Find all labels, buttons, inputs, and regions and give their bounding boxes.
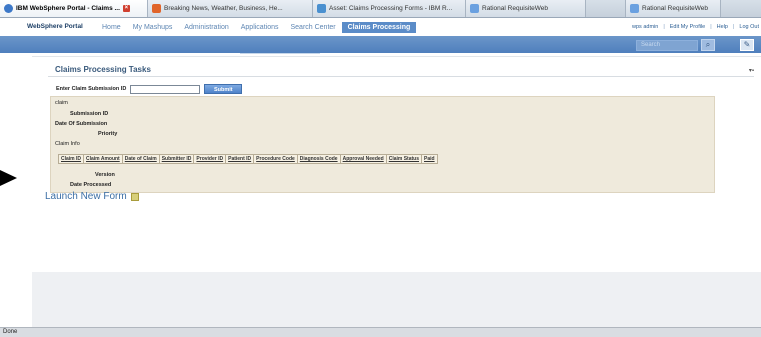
nav-home[interactable]: Home bbox=[96, 22, 127, 33]
field-submission-id: Submission ID bbox=[70, 111, 109, 117]
close-tab-icon[interactable]: × bbox=[122, 5, 130, 12]
browser-tab-requisiteweb-2[interactable]: Rational RequisiteWeb bbox=[626, 0, 721, 17]
col-procedure-code[interactable]: Procedure Code bbox=[253, 154, 298, 164]
portal-header: WebSphere Portal Home My Mashups Adminis… bbox=[0, 18, 761, 54]
tab-strip-empty bbox=[721, 0, 761, 17]
tab-label: Asset: Claims Processing Forms - IBM R..… bbox=[329, 5, 453, 12]
col-claim-amount[interactable]: Claim Amount bbox=[83, 154, 123, 164]
browser-tab-bar: IBM WebSphere Portal - Claims ... × Brea… bbox=[0, 0, 761, 18]
col-claim-id[interactable]: Claim ID bbox=[57, 154, 85, 164]
claim-id-label: Enter Claim Submission ID bbox=[56, 86, 127, 92]
nav-highlight-line bbox=[240, 53, 320, 54]
launch-new-form[interactable]: Launch New Form bbox=[45, 191, 139, 202]
help-link[interactable]: Help bbox=[717, 24, 728, 30]
col-diagnosis-code[interactable]: Diagnosis Code bbox=[296, 154, 341, 164]
ibm-globe-icon bbox=[4, 4, 13, 13]
col-claim-status[interactable]: Claim Status bbox=[385, 154, 423, 164]
separator: | bbox=[663, 24, 665, 30]
portlet-title: Claims Processing Tasks bbox=[55, 65, 151, 74]
browser-tab-requisiteweb-1[interactable]: Rational RequisiteWeb bbox=[466, 0, 586, 17]
portlet-menu-icon[interactable]: ▾▪ bbox=[749, 67, 754, 74]
logout-link[interactable]: Log Out bbox=[739, 24, 759, 30]
page-icon bbox=[470, 4, 479, 13]
portal-toolbar-band: Search ⌕ ✎ bbox=[0, 36, 761, 53]
nav-applications[interactable]: Applications bbox=[235, 22, 285, 33]
col-date-of-claim[interactable]: Date of Claim bbox=[121, 154, 160, 164]
page-footer-area bbox=[32, 272, 761, 327]
browser-status-bar: Done bbox=[0, 327, 761, 337]
submit-button[interactable]: Submit bbox=[204, 84, 243, 94]
page-content: Claims Processing Tasks ▾▪ Enter Claim S… bbox=[32, 56, 761, 272]
portal-nav: Home My Mashups Administration Applicati… bbox=[96, 22, 417, 33]
claims-portlet: Claims Processing Tasks ▾▪ Enter Claim S… bbox=[36, 57, 758, 270]
browser-tab-news[interactable]: Breaking News, Weather, Business, He... bbox=[148, 0, 313, 17]
browser-tab-asset[interactable]: Asset: Claims Processing Forms - IBM R..… bbox=[313, 0, 466, 17]
col-paid[interactable]: Paid bbox=[421, 154, 438, 164]
table-header-row: Claim ID Claim Amount Date of Claim Subm… bbox=[57, 154, 438, 164]
claim-info-label: Claim Info bbox=[55, 141, 80, 147]
field-version: Version bbox=[95, 172, 115, 178]
search-icon[interactable]: ⌕ bbox=[701, 39, 715, 51]
tab-label: Rational RequisiteWeb bbox=[482, 5, 548, 12]
nav-administration[interactable]: Administration bbox=[178, 22, 234, 33]
page-icon bbox=[630, 4, 639, 13]
tab-label: Rational RequisiteWeb bbox=[642, 5, 708, 12]
claim-result-panel: claim Submission ID Date Of Submission P… bbox=[50, 96, 715, 193]
utility-links: wps admin | Edit My Profile | Help | Log… bbox=[632, 24, 759, 30]
search-input[interactable]: Search bbox=[636, 40, 698, 51]
edit-page-icon[interactable]: ✎ bbox=[740, 39, 754, 51]
claims-table: Claim ID Claim Amount Date of Claim Subm… bbox=[57, 154, 438, 164]
field-date-of-submission: Date Of Submission bbox=[55, 121, 108, 127]
separator: | bbox=[710, 24, 712, 30]
claim-id-input[interactable] bbox=[130, 84, 201, 94]
user-name: wps admin bbox=[632, 24, 659, 30]
claim-lookup-form: Enter Claim Submission ID Submit bbox=[56, 84, 243, 94]
field-priority: Priority bbox=[98, 131, 118, 137]
nav-my-mashups[interactable]: My Mashups bbox=[127, 22, 179, 33]
claim-heading: claim bbox=[55, 100, 68, 106]
asset-icon bbox=[317, 4, 326, 13]
browser-window: IBM WebSphere Portal - Claims ... × Brea… bbox=[0, 0, 761, 337]
launch-new-form-link[interactable]: Launch New Form bbox=[45, 191, 127, 202]
separator: | bbox=[732, 24, 735, 30]
col-provider-id[interactable]: Provider ID bbox=[193, 154, 227, 164]
browser-tab-claims[interactable]: IBM WebSphere Portal - Claims ... × bbox=[0, 0, 148, 17]
tab-label: IBM WebSphere Portal - Claims ... bbox=[16, 5, 120, 12]
edit-profile-link[interactable]: Edit My Profile bbox=[670, 24, 705, 30]
col-patient-id[interactable]: Patient ID bbox=[225, 154, 255, 164]
pointer-arrow-icon bbox=[0, 170, 17, 186]
portal-brand: WebSphere Portal bbox=[27, 23, 83, 30]
nav-search-center[interactable]: Search Center bbox=[284, 22, 341, 33]
news-icon bbox=[152, 4, 161, 13]
form-icon[interactable] bbox=[130, 192, 139, 201]
col-approval-needed[interactable]: Approval Needed bbox=[339, 154, 387, 164]
field-date-processed: Date Processed bbox=[70, 182, 112, 188]
tab-strip-gap bbox=[586, 0, 626, 17]
divider bbox=[48, 76, 754, 77]
tab-label: Breaking News, Weather, Business, He... bbox=[164, 5, 283, 12]
col-submitter-id[interactable]: Submitter ID bbox=[158, 154, 195, 164]
nav-claims-processing[interactable]: Claims Processing bbox=[341, 22, 417, 33]
